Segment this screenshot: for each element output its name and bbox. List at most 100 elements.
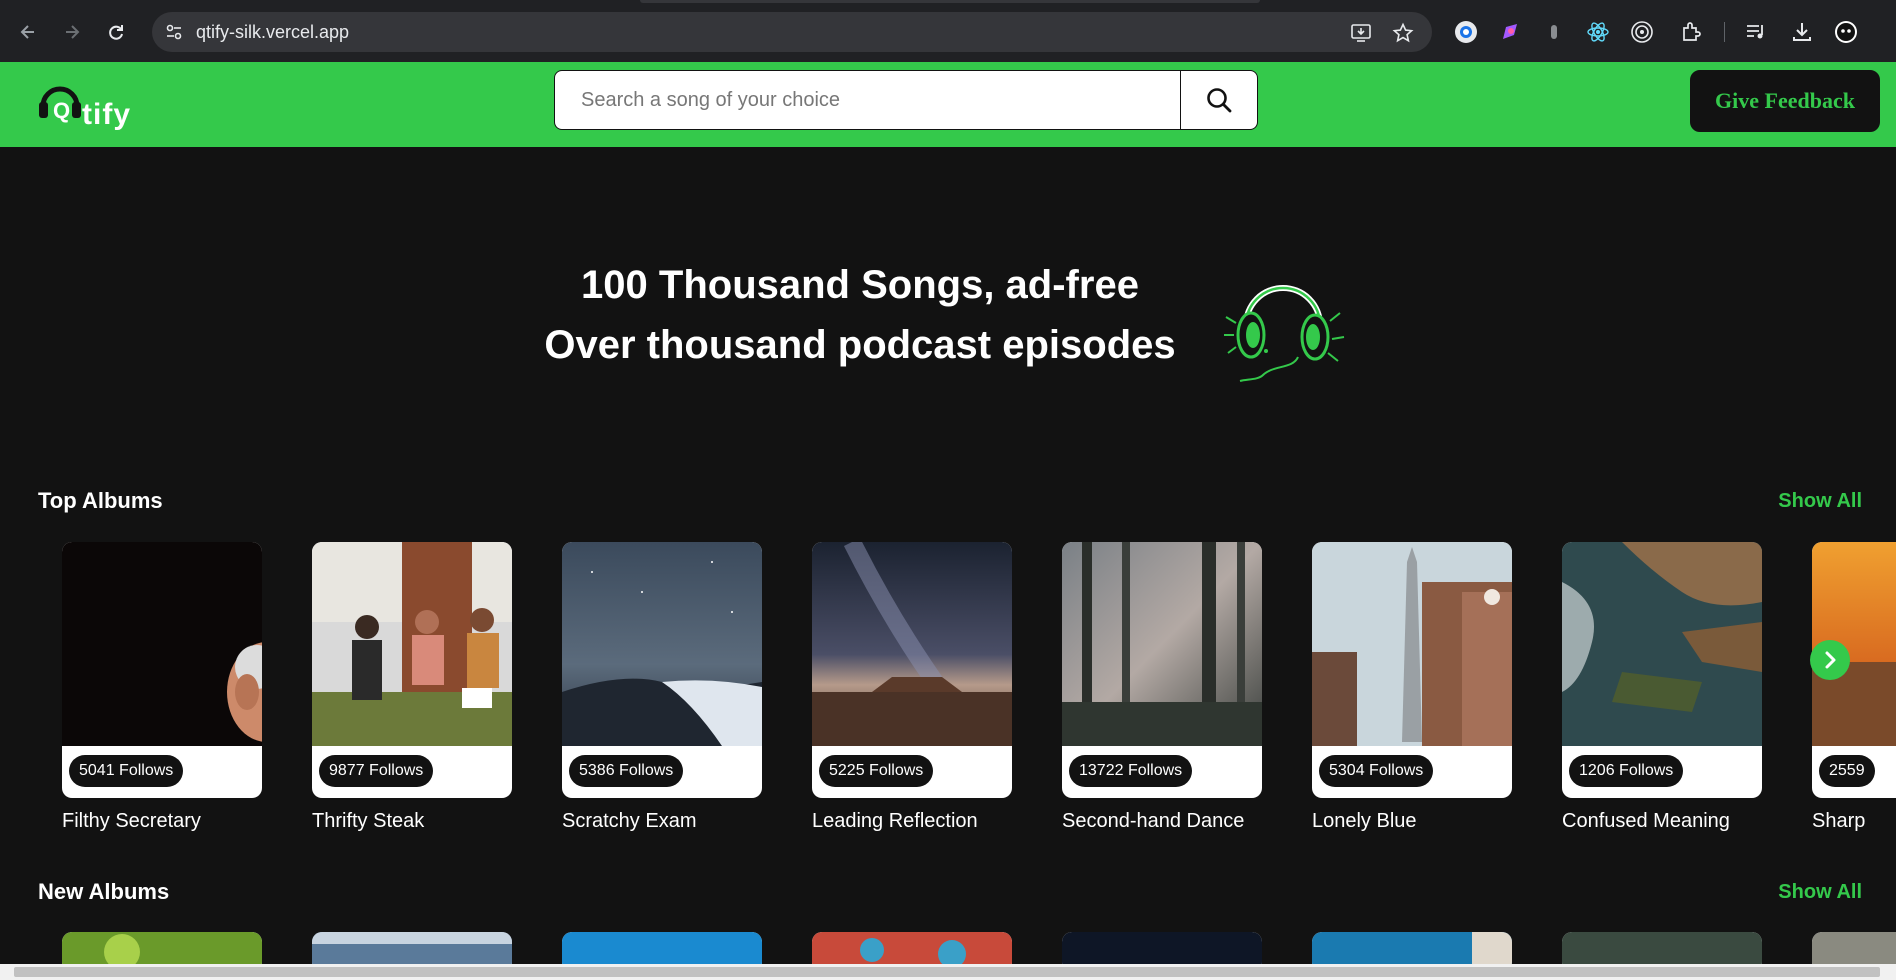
scrollbar-thumb[interactable] [14, 967, 1880, 977]
album-card-box[interactable] [62, 932, 262, 964]
album-card[interactable]: 5225 Follows Leading Reflection [812, 542, 1012, 833]
reload-icon[interactable] [102, 18, 130, 46]
album-card[interactable]: 13722 Follows Second-hand Dance [1062, 542, 1262, 833]
extension-2-icon[interactable] [1496, 18, 1524, 46]
search-button[interactable] [1180, 70, 1258, 130]
album-cover [1062, 932, 1262, 964]
album-title: Leading Reflection [812, 810, 978, 832]
album-cover [312, 542, 512, 746]
horizontal-scrollbar[interactable] [0, 964, 1896, 980]
search-input[interactable] [554, 70, 1182, 130]
album-card[interactable] [1812, 932, 1896, 964]
site-info-icon[interactable] [164, 22, 184, 42]
album-cover [1562, 542, 1762, 746]
headphone-logo-icon: Q [39, 86, 81, 123]
extension-3-icon[interactable] [1540, 18, 1568, 46]
album-card[interactable] [62, 932, 262, 964]
album-cover [562, 542, 762, 746]
downloads-icon[interactable] [1788, 18, 1816, 46]
album-card-box[interactable] [812, 932, 1012, 964]
follows-chip: 9877 Follows [319, 755, 434, 787]
hero-line-1: 100 Thousand Songs, ad-free [581, 263, 1139, 307]
album-cover [1062, 542, 1262, 746]
album-card[interactable] [562, 932, 762, 964]
profile-avatar-icon[interactable] [1832, 18, 1860, 46]
album-cover [1812, 932, 1896, 964]
browser-toolbar: qtify-silk.vercel.app [0, 0, 1896, 62]
new-albums-show-all[interactable]: Show All [1778, 881, 1862, 904]
album-card-box[interactable] [1062, 932, 1262, 964]
album-card[interactable]: 2559 Sharp [1812, 542, 1896, 833]
album-card[interactable] [1062, 932, 1262, 964]
album-card-box[interactable] [1562, 932, 1762, 964]
album-title: Scratchy Exam [562, 810, 697, 832]
album-title: Sharp [1812, 810, 1866, 832]
album-card[interactable] [1562, 932, 1762, 964]
album-cover [812, 932, 1012, 964]
album-card-box[interactable]: 5304 Follows [1312, 542, 1512, 798]
extension-1-icon[interactable] [1452, 18, 1480, 46]
url-text[interactable]: qtify-silk.vercel.app [196, 22, 349, 43]
follows-chip: 5041 Follows [69, 755, 184, 787]
album-card[interactable]: 9877 Follows Thrifty Steak [312, 542, 512, 833]
album-card-box[interactable] [562, 932, 762, 964]
album-card-box[interactable] [312, 932, 512, 964]
album-cover [812, 542, 1012, 746]
react-devtools-icon[interactable] [1584, 18, 1612, 46]
album-cover [1312, 542, 1512, 746]
hero-banner: 100 Thousand Songs, ad-free Over thousan… [0, 147, 1896, 457]
active-tab[interactable] [640, 0, 1260, 3]
follows-chip: 13722 Follows [1069, 755, 1193, 787]
album-cover [1562, 932, 1762, 964]
follows-chip: 1206 Follows [1569, 755, 1684, 787]
extension-5-icon[interactable] [1628, 18, 1656, 46]
album-card-box[interactable]: 5386 Follows [562, 542, 762, 798]
album-cover [312, 932, 512, 964]
carousel-next-button[interactable] [1810, 640, 1850, 680]
chevron-right-icon [1825, 651, 1836, 669]
top-albums-show-all[interactable]: Show All [1778, 490, 1862, 513]
album-card[interactable] [1312, 932, 1512, 964]
bookmark-star-icon[interactable] [1392, 22, 1414, 44]
album-card-box[interactable]: 9877 Follows [312, 542, 512, 798]
album-card[interactable] [812, 932, 1012, 964]
album-card[interactable] [312, 932, 512, 964]
new-albums-title: New Albums [38, 879, 170, 904]
album-title: Confused Meaning [1562, 810, 1730, 832]
qtify-logo[interactable]: Q tify [38, 76, 131, 132]
address-bar[interactable]: qtify-silk.vercel.app [152, 12, 1432, 52]
app-navbar: Q tify Give Feedback [0, 62, 1896, 147]
new-albums-carousel [62, 932, 1896, 964]
album-card-box[interactable] [1812, 932, 1896, 964]
follows-chip: 5386 Follows [569, 755, 684, 787]
album-title: Lonely Blue [1312, 810, 1417, 832]
install-app-icon[interactable] [1350, 22, 1372, 44]
search-icon [1207, 88, 1232, 113]
media-controls-icon[interactable] [1742, 18, 1770, 46]
give-feedback-button[interactable]: Give Feedback [1690, 70, 1880, 132]
follows-chip: 2559 [1819, 755, 1875, 787]
album-title: Second-hand Dance [1062, 810, 1245, 832]
album-card[interactable]: 5304 Follows Lonely Blue [1312, 542, 1512, 833]
top-albums-carousel: 5041 Follows Filthy Secretary 9877 Follo… [62, 542, 1896, 842]
back-icon[interactable] [14, 18, 42, 46]
headphones-illustration-icon [1224, 285, 1345, 382]
album-card-box[interactable]: 5041 Follows [62, 542, 262, 798]
album-cover [1312, 932, 1512, 964]
follows-chip: 5225 Follows [819, 755, 934, 787]
album-card-box[interactable] [1312, 932, 1512, 964]
tab-strip [0, 0, 1896, 12]
album-title: Thrifty Steak [312, 810, 425, 832]
hero-line-2: Over thousand podcast episodes [544, 323, 1176, 367]
follows-chip: 5304 Follows [1319, 755, 1434, 787]
album-card[interactable]: 1206 Follows Confused Meaning [1562, 542, 1762, 833]
logo-text: tify [82, 98, 131, 131]
album-card[interactable]: 5386 Follows Scratchy Exam [562, 542, 762, 833]
album-cover [62, 932, 262, 964]
album-card-box[interactable]: 5225 Follows [812, 542, 1012, 798]
album-card-box[interactable]: 13722 Follows [1062, 542, 1262, 798]
extensions-puzzle-icon[interactable] [1678, 18, 1706, 46]
album-card-box[interactable]: 1206 Follows [1562, 542, 1762, 798]
album-card[interactable]: 5041 Follows Filthy Secretary [62, 542, 262, 833]
forward-icon[interactable] [58, 18, 86, 46]
